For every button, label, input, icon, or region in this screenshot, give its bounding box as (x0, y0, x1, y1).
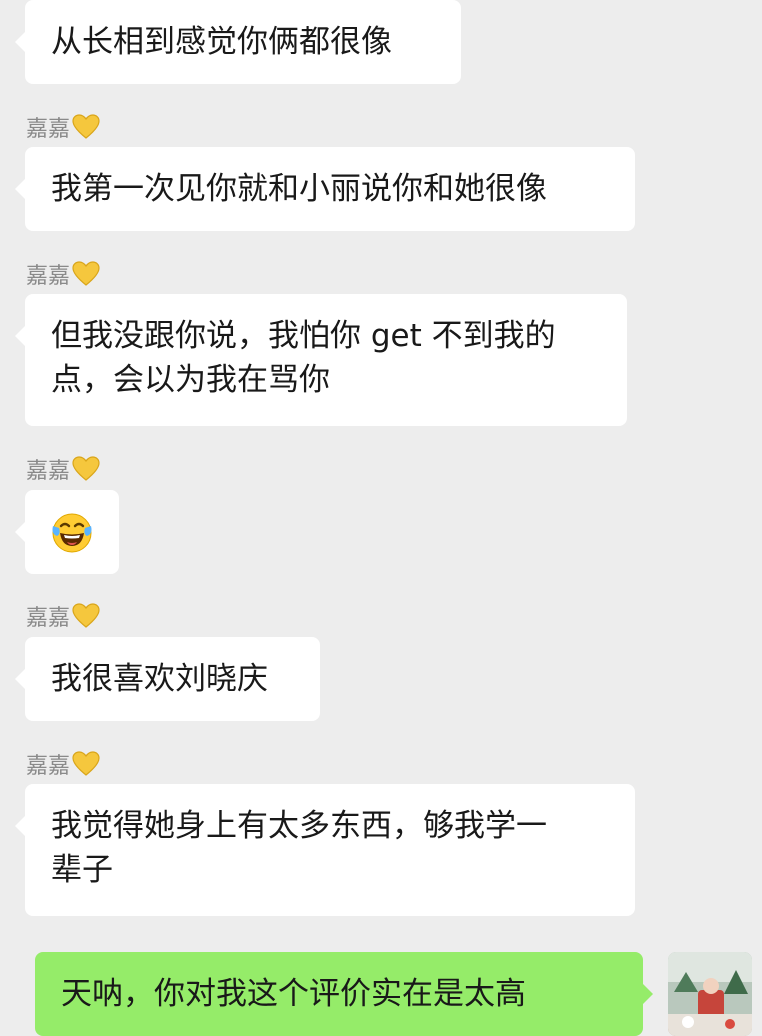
chat-message-list[interactable]: 从长相到感觉你俩都很像 嘉嘉 我第一次见你就和小丽说你和她很像 嘉嘉 但我没跟你… (0, 0, 762, 1036)
message-bubble-incoming[interactable]: 但我没跟你说，我怕你 get 不到我的 点，会以为我在骂你 (15, 294, 627, 426)
message-text: 从长相到感觉你俩都很像 (51, 24, 392, 60)
sender-name: 嘉嘉 (26, 751, 100, 784)
message-bubble-incoming[interactable]: 我很喜欢刘晓庆 (15, 637, 320, 721)
sender-name: 嘉嘉 (26, 456, 100, 489)
sender-name: 嘉嘉 (26, 261, 100, 294)
message-bubble-outgoing[interactable]: 天呐，你对我这个评价实在是太高 (35, 952, 653, 1036)
sender-name: 嘉嘉 (26, 603, 100, 636)
message-text: 但我没跟你说，我怕你 get 不到我的 点，会以为我在骂你 (51, 318, 556, 398)
message-text: 天呐，你对我这个评价实在是太高 (61, 976, 526, 1012)
laughing-tears-emoji-icon (52, 513, 92, 553)
message-bubble-incoming[interactable] (15, 490, 119, 574)
avatar[interactable] (668, 952, 752, 1036)
sender-name: 嘉嘉 (26, 114, 100, 147)
yellow-heart-icon (72, 751, 100, 784)
yellow-heart-icon (72, 261, 100, 294)
message-bubble-incoming[interactable]: 从长相到感觉你俩都很像 (15, 0, 461, 84)
yellow-heart-icon (72, 603, 100, 636)
message-bubble-incoming[interactable]: 我觉得她身上有太多东西，够我学一 辈子 (15, 784, 635, 916)
sender-name-label: 嘉嘉 (26, 264, 71, 289)
sender-name-label: 嘉嘉 (26, 117, 71, 142)
yellow-heart-icon (72, 114, 100, 147)
yellow-heart-icon (72, 456, 100, 489)
sender-name-label: 嘉嘉 (26, 459, 71, 484)
message-text: 我很喜欢刘晓庆 (51, 661, 268, 697)
sender-name-label: 嘉嘉 (26, 606, 71, 631)
message-text: 我觉得她身上有太多东西，够我学一 辈子 (51, 808, 547, 888)
sender-name-label: 嘉嘉 (26, 754, 71, 779)
message-bubble-incoming[interactable]: 我第一次见你就和小丽说你和她很像 (15, 147, 635, 231)
message-text: 我第一次见你就和小丽说你和她很像 (51, 171, 547, 207)
avatar-photo-icon (668, 952, 752, 1036)
